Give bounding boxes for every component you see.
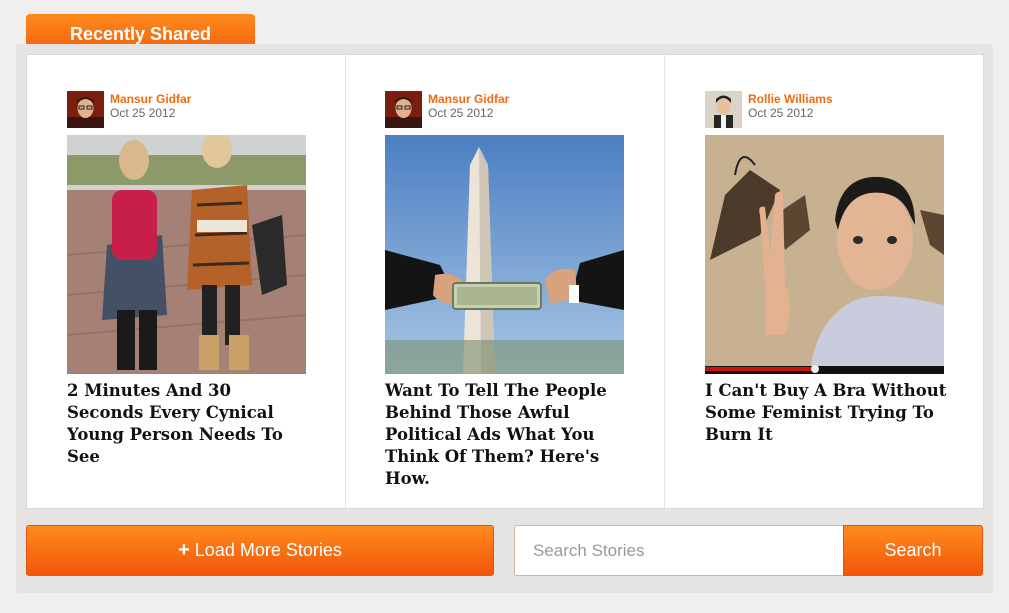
author-name[interactable]: Mansur Gidfar xyxy=(428,92,509,106)
author-meta: Rollie Williams Oct 25 2012 xyxy=(748,91,833,120)
story-cards: Mansur Gidfar Oct 25 2012 2 Minutes And … xyxy=(26,54,984,509)
story-date: Oct 25 2012 xyxy=(748,106,814,120)
author-row: Mansur Gidfar Oct 25 2012 xyxy=(385,91,509,128)
story-thumbnail[interactable] xyxy=(385,135,624,374)
story-date: Oct 25 2012 xyxy=(110,106,176,120)
author-name[interactable]: Mansur Gidfar xyxy=(110,92,191,106)
load-more-label: Load More Stories xyxy=(194,540,342,560)
story-title[interactable]: Want To Tell The People Behind Those Awf… xyxy=(385,380,630,490)
author-avatar[interactable] xyxy=(705,91,742,128)
author-meta: Mansur Gidfar Oct 25 2012 xyxy=(428,91,509,120)
recently-shared-label: Recently Shared xyxy=(69,24,212,44)
story-card: Mansur Gidfar Oct 25 2012 2 Minutes And … xyxy=(27,55,346,508)
search-button[interactable]: Search xyxy=(843,525,983,576)
story-card: Mansur Gidfar Oct 25 2012 Want To Tell T… xyxy=(346,55,665,508)
story-card: Rollie Williams Oct 25 2012 I Can't Buy … xyxy=(665,55,983,508)
author-avatar[interactable] xyxy=(385,91,422,128)
story-title[interactable]: 2 Minutes And 30 Seconds Every Cynical Y… xyxy=(67,380,312,468)
search-label: Search xyxy=(884,540,942,560)
author-row: Rollie Williams Oct 25 2012 xyxy=(705,91,833,128)
author-avatar[interactable] xyxy=(67,91,104,128)
story-thumbnail[interactable] xyxy=(705,135,944,374)
plus-icon: + xyxy=(178,539,190,561)
story-title[interactable]: I Can't Buy A Bra Without Some Feminist … xyxy=(705,380,950,446)
story-thumbnail[interactable] xyxy=(67,135,306,374)
search-input[interactable] xyxy=(514,525,844,576)
story-date: Oct 25 2012 xyxy=(428,106,494,120)
load-more-button[interactable]: + Load More Stories xyxy=(26,525,494,576)
author-meta: Mansur Gidfar Oct 25 2012 xyxy=(110,91,191,120)
author-row: Mansur Gidfar Oct 25 2012 xyxy=(67,91,191,128)
author-name[interactable]: Rollie Williams xyxy=(748,92,833,106)
